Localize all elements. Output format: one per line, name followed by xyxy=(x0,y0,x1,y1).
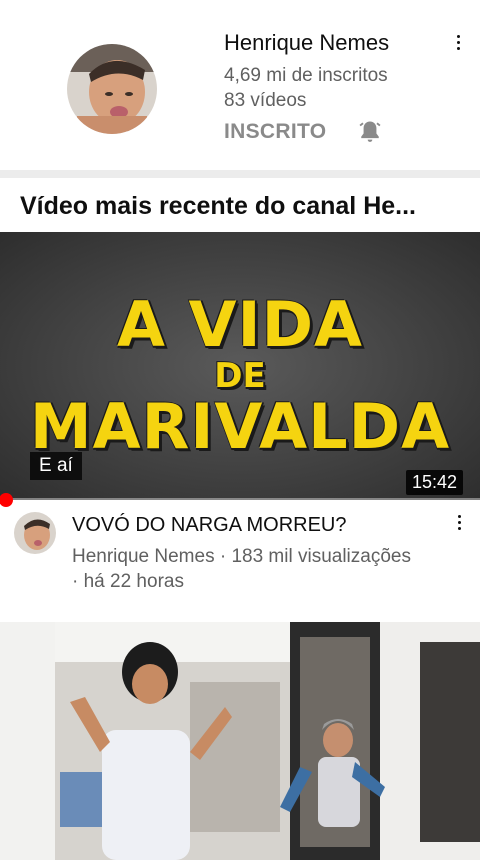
channel-name[interactable]: Henrique Nemes xyxy=(224,30,389,56)
thumbnail-text-line1: A VIDA xyxy=(116,288,364,361)
next-video-thumbnail[interactable] xyxy=(0,622,480,860)
bell-icon[interactable] xyxy=(356,118,384,146)
video-upload-time: · há 22 horas xyxy=(72,571,184,592)
channel-avatar[interactable] xyxy=(67,44,157,134)
video-channel-avatar[interactable] xyxy=(14,512,56,554)
video-count: 83 vídeos xyxy=(224,90,307,111)
section-title: Vídeo mais recente do canal He... xyxy=(20,192,416,220)
progress-scrubber[interactable] xyxy=(0,493,13,507)
section-divider xyxy=(0,170,480,178)
caption-overlay: E aí xyxy=(30,452,82,480)
video-title[interactable]: VOVÓ DO NARGA MORREU? xyxy=(72,514,347,537)
channel-header: Henrique Nemes 4,69 mi de inscritos 83 v… xyxy=(0,0,480,170)
channel-more-icon[interactable] xyxy=(448,30,468,54)
progress-bar[interactable] xyxy=(0,498,480,501)
video-more-icon[interactable] xyxy=(449,510,469,534)
video-duration: 15:42 xyxy=(406,470,464,495)
subscribed-button[interactable]: INSCRITO xyxy=(224,120,326,144)
subscriber-count: 4,69 mi de inscritos xyxy=(224,65,388,86)
video-metadata: Henrique Nemes · 183 mil visualizações xyxy=(72,546,411,567)
